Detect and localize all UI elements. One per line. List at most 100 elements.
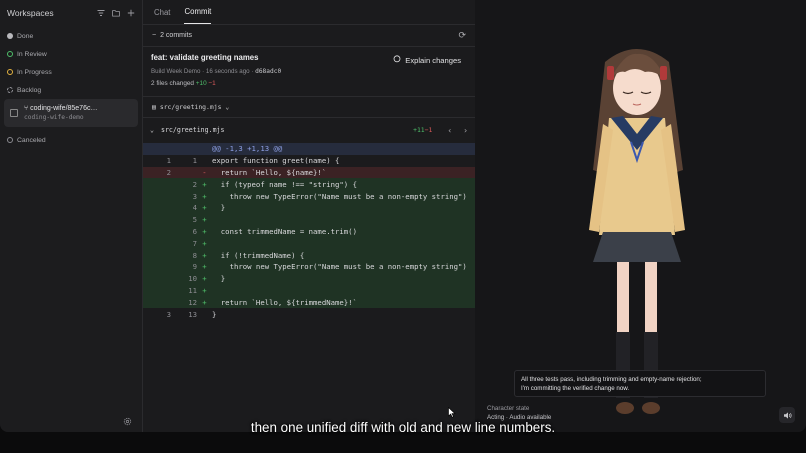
- workspace-card[interactable]: ⑂ coding-wife/85e76c… coding-wife-demo: [4, 99, 138, 127]
- diff-line-code: }: [212, 203, 226, 213]
- diff-new-line-number: 10: [188, 274, 197, 284]
- diff-new-line-number: 13: [188, 309, 197, 319]
- diff-line-sign: +: [202, 203, 207, 213]
- in-review-status-icon: [7, 51, 13, 57]
- workspace-branch: ⑂ coding-wife/85e76c…: [24, 105, 98, 112]
- diff-line-sign: +: [202, 285, 207, 295]
- diff-file-stats: +11−1: [413, 126, 433, 134]
- group-label: In Progress: [17, 68, 52, 76]
- diff-line-sign: +: [202, 179, 207, 189]
- collapse-icon: −: [152, 32, 157, 39]
- diff-line: 2 - return `Hello, ${name}!`: [143, 166, 475, 179]
- next-change-icon[interactable]: ›: [463, 126, 468, 135]
- canceled-status-icon: [7, 137, 13, 143]
- diff-line-sign: +: [202, 215, 207, 225]
- diff-new-line-number: 3: [192, 191, 197, 201]
- chevron-down-icon[interactable]: ⌄: [150, 126, 154, 134]
- diff-line: 11 +: [143, 284, 475, 297]
- diff-line-code: return `Hello, ${trimmedName}!`: [212, 297, 357, 307]
- diff-new-line-number: 2: [192, 179, 197, 189]
- diff-new-line-number: 1: [192, 156, 197, 166]
- workspace-icon: [10, 109, 18, 117]
- filter-icon[interactable]: [97, 9, 105, 17]
- diff-new-line-number: 8: [192, 250, 197, 260]
- diff-line: 5 +: [143, 213, 475, 226]
- unified-diff: @@ -1,3 +1,13 @@ 1 1 export function greet(…: [143, 143, 475, 320]
- diff-line-code: throw new TypeError("Name must be a non-…: [212, 262, 467, 272]
- tab-commit[interactable]: Commit: [184, 7, 212, 24]
- diff-line-sign: +: [202, 297, 207, 307]
- diff-line: 12 + return `Hello, ${trimmedName}!`: [143, 296, 475, 309]
- sidebar-header: Workspaces: [0, 0, 142, 26]
- diff-new-line-number: 5: [192, 215, 197, 225]
- diff-line: 9 + throw new TypeError("Name must be a n…: [143, 260, 475, 273]
- diff-line-code: return `Hello, ${name}!`: [212, 167, 327, 177]
- file-selector[interactable]: ▤ src/greeting.mjs ⌄: [143, 97, 475, 118]
- group-label: Canceled: [17, 136, 46, 144]
- group-label: Backlog: [17, 86, 42, 94]
- diff-line-sign: +: [202, 262, 207, 272]
- diff-line: 3 13}: [143, 308, 475, 320]
- tab-bar: Chat Commit: [143, 0, 475, 25]
- group-backlog[interactable]: Backlog: [0, 81, 142, 99]
- diff-line: 1 1 export function greet(name) {: [143, 154, 475, 167]
- diff-line: 8 + if (!trimmedName) {: [143, 249, 475, 261]
- character-state: Character state Acting · Audio available: [487, 405, 552, 421]
- prev-change-icon[interactable]: ‹: [447, 126, 452, 135]
- commit-stats: 2 files changed +10 −1: [151, 80, 216, 87]
- character-avatar: [589, 49, 685, 414]
- diff-line-code: if (typeof name !== "string") {: [212, 179, 357, 189]
- app-window: Workspaces Done In Review In Progress Ba…: [0, 0, 806, 432]
- tab-chat[interactable]: Chat: [154, 8, 170, 24]
- diff-new-line-number: 6: [192, 226, 197, 236]
- diff-line: 7 +: [143, 237, 475, 250]
- sidebar-title: Workspaces: [7, 8, 54, 18]
- speech-bubble: All three tests pass, including trimming…: [514, 370, 766, 397]
- diff-old-line-number: 3: [166, 309, 171, 319]
- diff-line-sign: +: [202, 274, 207, 284]
- chevron-down-icon: ⌄: [225, 103, 230, 111]
- chat-bubble-icon: [393, 55, 401, 65]
- group-canceled[interactable]: Canceled: [0, 131, 142, 149]
- plus-icon[interactable]: [127, 9, 135, 17]
- diff-old-line-number: 2: [166, 167, 171, 177]
- diff-line-sign: +: [202, 250, 207, 260]
- commit-sha: d68adc0: [255, 68, 282, 75]
- diff-line-code: if (!trimmedName) {: [212, 250, 305, 260]
- group-label: Done: [17, 32, 34, 40]
- diff-line: @@ -1,3 +1,13 @@: [143, 143, 475, 155]
- group-in-progress[interactable]: In Progress: [0, 63, 142, 81]
- group-in-review[interactable]: In Review: [0, 45, 142, 63]
- diff-new-line-number: 9: [192, 262, 197, 272]
- diff-line-code: const trimmedName = name.trim(): [212, 226, 357, 236]
- diff-line: 10 + }: [143, 272, 475, 285]
- diff-file-header: ⌄ src/greeting.mjs +11−1 ‹ ›: [143, 118, 475, 142]
- diff-line: 3 + throw new TypeError("Name must be a n…: [143, 190, 475, 202]
- commits-toggle[interactable]: − 2 commits ⟳: [143, 25, 475, 47]
- diff-line-code: export function greet(name) {: [212, 156, 340, 166]
- diff-file-name: src/greeting.mjs: [160, 126, 225, 134]
- diff-old-line-number: 1: [166, 156, 171, 166]
- commit-pane: Chat Commit − 2 commits ⟳ feat: validate…: [143, 0, 475, 432]
- diff-line-code: }: [212, 309, 217, 319]
- folder-icon[interactable]: [112, 9, 120, 17]
- diff-line-sign: -: [202, 167, 207, 177]
- diff-line-sign: +: [202, 226, 207, 236]
- explain-changes-button[interactable]: Explain changes: [393, 55, 461, 65]
- commit-summary: feat: validate greeting names Build Week…: [143, 47, 475, 97]
- sidebar: Workspaces Done In Review In Progress Ba…: [0, 0, 143, 432]
- file-icon: ▤: [152, 103, 156, 111]
- diff-line-sign: +: [202, 238, 207, 248]
- in-progress-status-icon: [7, 69, 13, 75]
- diff-new-line-number: 4: [192, 203, 197, 213]
- refresh-icon[interactable]: ⟳: [458, 30, 466, 41]
- diff-new-line-number: 7: [192, 238, 197, 248]
- group-done[interactable]: Done: [0, 27, 142, 45]
- backlog-status-icon: [7, 87, 13, 93]
- mouse-cursor-icon: [448, 406, 456, 420]
- diff-line-code: @@ -1,3 +1,13 @@: [212, 144, 283, 154]
- workspace-repo: coding-wife-demo: [24, 114, 84, 121]
- diff-line-sign: +: [202, 191, 207, 201]
- video-caption: then one unified diff with old and new l…: [250, 420, 556, 435]
- diff-line-code: throw new TypeError("Name must be a non-…: [212, 191, 467, 201]
